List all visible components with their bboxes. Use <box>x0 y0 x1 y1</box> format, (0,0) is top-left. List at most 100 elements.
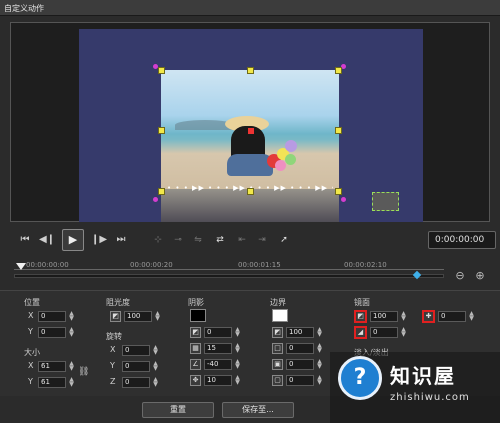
reverse-icon[interactable]: ⇄ <box>212 232 228 248</box>
shadow-color-swatch[interactable] <box>190 309 206 322</box>
shadow-angle-spinner[interactable]: ▲ ▼ <box>234 359 241 370</box>
border-field-3-spinner[interactable]: ▲ ▼ <box>316 359 323 370</box>
move-right-icon[interactable]: ⇥ <box>254 232 270 248</box>
resize-handle-tr[interactable] <box>335 67 342 74</box>
rotation-x-field[interactable]: 0 <box>122 345 150 356</box>
position-x-field[interactable]: 0 <box>38 311 66 322</box>
border-field-4-spinner[interactable]: ▲ ▼ <box>316 375 323 386</box>
link-icon[interactable]: ⛓ <box>78 367 89 377</box>
shadow-distance-field[interactable]: 10 <box>204 375 232 386</box>
next-frame-icon[interactable]: ❙▶ <box>90 231 108 249</box>
shadow-blur-spinner[interactable]: ▲ ▼ <box>234 343 241 354</box>
resize-handle-bl[interactable] <box>158 188 165 195</box>
shadow-angle-icon: ∠ <box>190 359 201 370</box>
flip-keyframe-icon[interactable]: ⇋ <box>190 232 206 248</box>
reset-button[interactable]: 重置 <box>142 402 214 418</box>
keyframe-track[interactable] <box>14 274 444 278</box>
shadow-angle-field[interactable]: -40 <box>204 359 232 370</box>
ruler-label-0: 00:00:00:00 <box>26 261 69 269</box>
skip-end-icon[interactable]: ⏭ <box>112 231 130 249</box>
border-opacity-field[interactable]: 100 <box>286 327 314 338</box>
add-keyframe-icon[interactable]: ⊹ <box>150 232 166 248</box>
save-to-button[interactable]: 保存至... <box>222 402 294 418</box>
position-y-spinner[interactable]: ▲ ▼ <box>68 327 75 338</box>
zoom-in-icon[interactable]: ⊕ <box>474 270 486 282</box>
opacity-spinner[interactable]: ▲ ▼ <box>154 311 161 322</box>
preview-frame: • • • ▶▶ • • • ▶▶ • • • ▶▶ • • • ▶▶ • • … <box>10 22 490 222</box>
remove-keyframe-icon[interactable]: ⊸ <box>170 232 186 248</box>
shadow-distance-spinner[interactable]: ▲ ▼ <box>234 375 241 386</box>
rotation-z-spinner[interactable]: ▲ ▼ <box>152 377 159 388</box>
opacity-field[interactable]: 100 <box>124 311 152 322</box>
skip-start-icon[interactable]: ⏮ <box>16 231 34 249</box>
position-x-label: X <box>28 311 34 320</box>
rotation-z-field[interactable]: 0 <box>122 377 150 388</box>
timecode-display[interactable]: 0:00:00:00 <box>428 231 496 249</box>
zoom-out-icon[interactable]: ⊖ <box>454 270 466 282</box>
ruler-label-2: 00:00:01:15 <box>238 261 281 269</box>
resize-handle-tl[interactable] <box>158 67 165 74</box>
size-x-spinner[interactable]: ▲ ▼ <box>68 361 75 372</box>
rotation-x-spinner[interactable]: ▲ ▼ <box>152 345 159 356</box>
size-y-spinner[interactable]: ▲ ▼ <box>68 377 75 388</box>
mirror-opacity-icon[interactable]: ◩ <box>354 310 367 323</box>
rotation-y-spinner[interactable]: ▲ ▼ <box>152 361 159 372</box>
border-field-3[interactable]: 0 <box>286 359 314 370</box>
rotation-y-field[interactable]: 0 <box>122 361 150 372</box>
shadow-opacity-field[interactable]: 0 <box>204 327 232 338</box>
mirror-fade-spinner[interactable]: ▲ ▼ <box>400 327 407 338</box>
mirror-opacity-field[interactable]: 100 <box>370 311 398 322</box>
size-x-field[interactable]: 61 <box>38 361 66 372</box>
resize-handle-ml[interactable] <box>158 127 165 134</box>
prev-frame-icon[interactable]: ◀❙ <box>38 231 56 249</box>
border-field-4[interactable]: 0 <box>286 375 314 386</box>
size-label: 大小 <box>24 348 40 357</box>
border-opacity-spinner[interactable]: ▲ ▼ <box>316 327 323 338</box>
border-width-field[interactable]: 0 <box>286 343 314 354</box>
rotation-x-label: X <box>110 345 116 354</box>
shadow-blur-icon: ▦ <box>190 343 201 354</box>
mirror-fade-field[interactable]: 0 <box>370 327 398 338</box>
mirror-offset-spinner[interactable]: ▲ ▼ <box>468 311 475 322</box>
border-softness-icon: ▣ <box>272 359 283 370</box>
mirror-offset-icon[interactable]: ✚ <box>422 310 435 323</box>
rotate-handle-bl[interactable] <box>153 197 158 202</box>
border-width-icon: □ <box>272 343 283 354</box>
size-x-label: X <box>28 361 34 370</box>
mirror-label: 镜面 <box>354 298 370 307</box>
resize-handle-mr[interactable] <box>335 127 342 134</box>
shadow-label: 阴影 <box>188 298 204 307</box>
border-opacity-icon: ◩ <box>272 327 283 338</box>
mirror-opacity-spinner[interactable]: ▲ ▼ <box>400 311 407 322</box>
anchor-point[interactable] <box>248 128 254 134</box>
resize-handle-bm[interactable] <box>247 188 254 195</box>
mirror-offset-field[interactable]: 0 <box>438 311 466 322</box>
cursor-icon[interactable]: ➚ <box>276 232 292 248</box>
rotation-label: 旋转 <box>106 332 122 341</box>
move-left-icon[interactable]: ⇤ <box>234 232 250 248</box>
ruler-line <box>14 269 444 270</box>
opacity-icon: ◩ <box>110 311 121 322</box>
border-width-spinner[interactable]: ▲ ▼ <box>316 343 323 354</box>
border-label: 边界 <box>270 298 286 307</box>
balloon-purple <box>285 140 297 152</box>
window-title: 自定义动作 <box>0 0 500 16</box>
shadow-opacity-icon: ◩ <box>190 327 201 338</box>
rotation-y-label: Y <box>110 361 115 370</box>
watermark-url: zhishiwu.com <box>390 392 470 403</box>
shadow-opacity-spinner[interactable]: ▲ ▼ <box>234 327 241 338</box>
preview-canvas[interactable]: • • • ▶▶ • • • ▶▶ • • • ▶▶ • • • ▶▶ • • … <box>79 29 423 222</box>
mirror-fade-icon[interactable]: ◢ <box>354 326 367 339</box>
position-y-field[interactable]: 0 <box>38 327 66 338</box>
resize-handle-tm[interactable] <box>247 67 254 74</box>
shadow-blur-field[interactable]: 15 <box>204 343 232 354</box>
border-color-swatch[interactable] <box>272 309 288 322</box>
position-x-spinner[interactable]: ▲ ▼ <box>68 311 75 322</box>
playhead[interactable] <box>16 263 26 270</box>
size-y-field[interactable]: 61 <box>38 377 66 388</box>
ruler-label-3: 00:00:02:10 <box>344 261 387 269</box>
secondary-object[interactable] <box>372 192 399 211</box>
rotate-handle-br[interactable] <box>341 197 346 202</box>
play-button[interactable]: ▶ <box>62 229 84 251</box>
resize-handle-br[interactable] <box>335 188 342 195</box>
